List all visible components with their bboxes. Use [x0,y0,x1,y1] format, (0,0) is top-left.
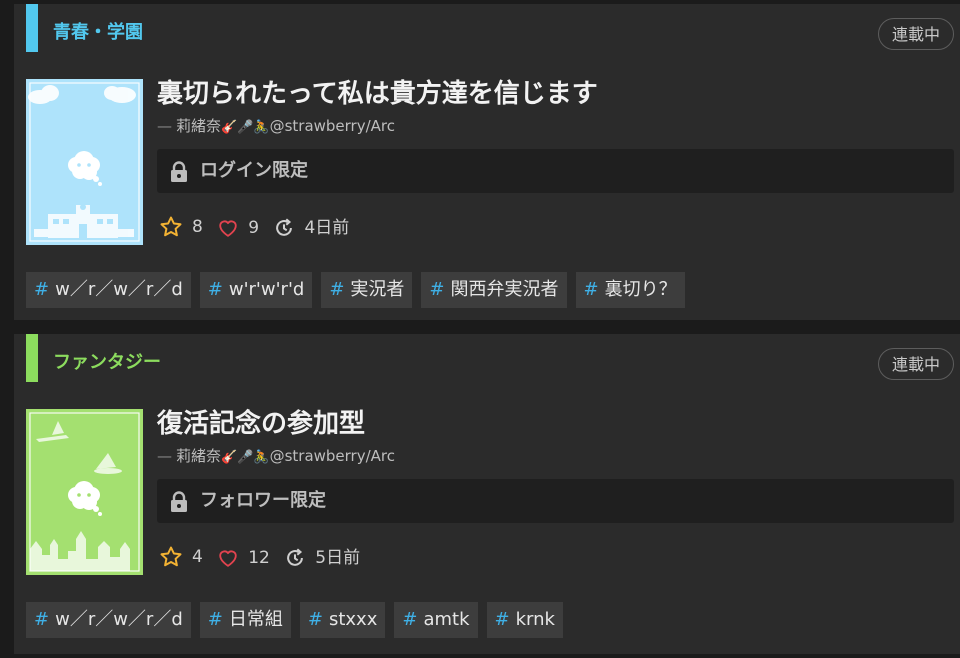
restriction-label: フォロワー限定 [200,490,326,511]
tag-label: w／r／w／r／d [55,279,183,300]
genre-color-bar [26,4,38,52]
tag-label: w／r／w／r／d [55,609,183,630]
updated-time: 5日前 [284,545,360,571]
hash-icon: # [207,279,223,300]
hash-icon: # [429,279,445,300]
author-line[interactable]: — 莉緒奈🎸🎤🚴@strawberry/Arc [157,446,395,468]
star-count-value: 4 [192,547,203,567]
lock-icon [171,161,187,182]
hash-icon: # [402,609,418,630]
genre-label[interactable]: ファンタジー [53,352,161,374]
tag-list: # w／r／w／r／d # w'r'w'r'd # 実況者 # 関西弁実況者 # 裏切り？ [26,272,694,308]
tag[interactable]: # 関西弁実況者 [421,272,567,308]
author-name: 莉緒奈 [176,447,222,465]
heart-icon [219,550,237,567]
tag[interactable]: # w'r'w'r'd [199,272,313,308]
genre-header: 青春・学園 連載中 [26,4,960,52]
hash-icon: # [34,609,50,630]
updated-time: 4日前 [273,215,349,241]
refresh-icon [287,548,304,566]
status-badge: 連載中 [877,348,954,380]
refresh-icon [276,218,293,236]
hash-icon: # [329,279,345,300]
tag-label: 日常組 [228,609,283,630]
star-icon [160,216,182,237]
heart-icon [219,220,237,237]
tag-list: # w／r／w／r／d # 日常組 # stxxx # amtk # krnk [26,602,572,638]
cover-fantasy-illustration [26,409,143,575]
stats-row: 4 12 5日前 [159,544,369,570]
stats-row: 8 9 4日前 [159,214,358,240]
genre-color-bar [26,334,38,382]
tag[interactable]: # krnk [486,602,563,638]
updated-time-value: 4日前 [304,218,350,238]
restriction-notice: フォロワー限定 [157,479,954,523]
tag-label: krnk [515,609,555,630]
hash-icon: # [583,279,599,300]
tag-label: stxxx [328,609,378,630]
star-count-value: 8 [192,217,203,237]
tag-label: 裏切り？ [604,279,677,300]
hash-icon: # [207,609,223,630]
tag[interactable]: # 実況者 [321,272,413,308]
author-line[interactable]: — 莉緒奈🎸🎤🚴@strawberry/Arc [157,116,395,138]
work-card[interactable]: ファンタジー 連載中 復活記念の参加型 — 莉緒奈🎸🎤🚴@strawberry/… [14,334,960,654]
restriction-label: ログイン限定 [200,160,308,181]
author-name: 莉緒奈 [176,117,222,135]
cover-school-illustration [26,79,143,245]
restriction-notice: ログイン限定 [157,149,954,193]
author-dash: — [157,447,172,465]
heart-count[interactable]: 9 [217,215,259,241]
work-title[interactable]: 復活記念の参加型 [157,407,365,441]
author-decoration: 🎸🎤🚴 [221,120,270,135]
work-title[interactable]: 裏切られたって私は貴方達を信じます [157,77,598,111]
tag[interactable]: # amtk [394,602,478,638]
genre-header: ファンタジー 連載中 [26,334,960,382]
cover-image[interactable] [26,409,143,575]
tag-label: amtk [423,609,470,630]
heart-count-value: 12 [248,548,270,568]
hash-icon: # [494,609,510,630]
hash-icon: # [34,279,50,300]
tag[interactable]: # stxxx [299,602,386,638]
tag-label: 関西弁実況者 [450,279,559,300]
genre-label[interactable]: 青春・学園 [53,22,143,44]
tag[interactable]: # w／r／w／r／d [26,272,191,308]
work-card[interactable]: 青春・学園 連載中 裏切られたって私は貴方達を信じます — 莉緒奈🎸🎤🚴@str… [14,4,960,320]
tag-label: w'r'w'r'd [228,279,305,300]
heart-count-value: 9 [248,218,260,238]
star-count[interactable]: 4 [159,544,203,570]
author-handle: @strawberry/Arc [269,117,395,135]
tag[interactable]: # 裏切り？ [575,272,685,308]
tag[interactable]: # 日常組 [199,602,291,638]
heart-count[interactable]: 12 [217,545,270,571]
lock-icon [171,491,187,512]
cover-image[interactable] [26,79,143,245]
author-decoration: 🎸🎤🚴 [221,450,270,465]
star-count[interactable]: 8 [159,214,203,240]
updated-time-value: 5日前 [315,548,361,568]
tag[interactable]: # w／r／w／r／d [26,602,191,638]
hash-icon: # [307,609,323,630]
author-handle: @strawberry/Arc [269,447,395,465]
tag-label: 実況者 [350,279,405,300]
star-icon [160,546,182,567]
status-badge: 連載中 [877,18,954,50]
author-dash: — [157,117,172,135]
